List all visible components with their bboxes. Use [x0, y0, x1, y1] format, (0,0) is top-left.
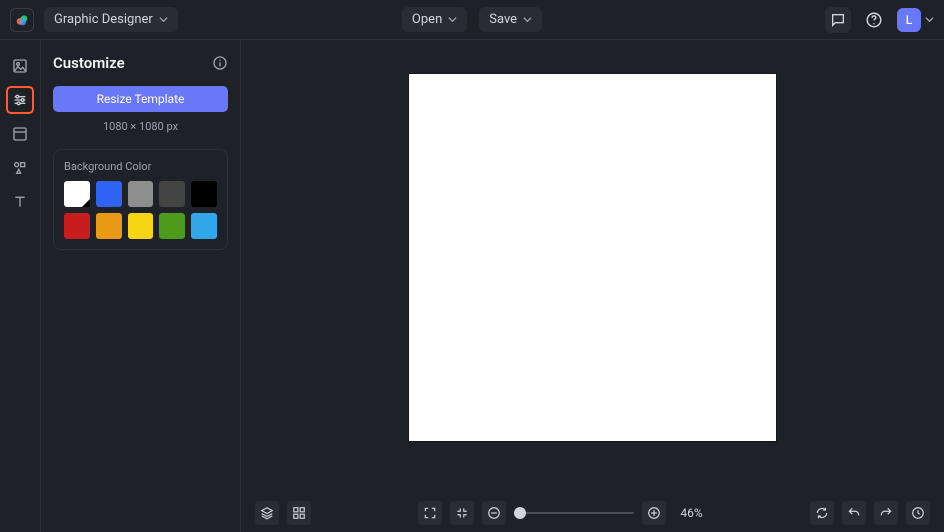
- background-color-box: Background Color: [53, 149, 228, 250]
- swatch-grid: [64, 181, 217, 239]
- minus-icon: [487, 506, 501, 520]
- resize-template-button[interactable]: Resize Template: [53, 86, 228, 112]
- swatch-blue[interactable]: [96, 181, 122, 207]
- layers-button[interactable]: [255, 501, 279, 525]
- left-rail: [0, 40, 41, 532]
- comments-button[interactable]: [825, 7, 851, 33]
- swatch-white[interactable]: [64, 181, 90, 207]
- chat-icon: [830, 12, 846, 28]
- swatch-gray[interactable]: [128, 181, 154, 207]
- rail-shapes[interactable]: [6, 154, 34, 182]
- open-label: Open: [412, 12, 442, 27]
- panel-header: Customize: [53, 54, 228, 72]
- swatch-black[interactable]: [191, 181, 217, 207]
- bottom-bar: 46%: [241, 494, 944, 532]
- text-icon: [12, 194, 28, 210]
- top-center-menu: Open Save: [402, 7, 542, 32]
- canvas-viewport[interactable]: [241, 40, 944, 494]
- top-bar: Graphic Designer Open Save L: [0, 0, 944, 40]
- zoom-level: 46%: [680, 506, 702, 520]
- refresh-button[interactable]: [810, 501, 834, 525]
- redo-icon: [879, 506, 893, 520]
- image-icon: [12, 58, 28, 74]
- rail-customize[interactable]: [6, 86, 34, 114]
- title-label: Graphic Designer: [54, 12, 153, 27]
- fit-button[interactable]: [450, 501, 474, 525]
- zoom-handle[interactable]: [514, 507, 526, 519]
- avatar-initial: L: [906, 13, 912, 27]
- info-icon[interactable]: [212, 55, 228, 71]
- fullscreen-button[interactable]: [418, 501, 442, 525]
- undo-icon: [847, 506, 861, 520]
- redo-button[interactable]: [874, 501, 898, 525]
- dimensions-text: 1080 × 1080 px: [53, 120, 228, 133]
- rail-image[interactable]: [6, 52, 34, 80]
- grid-button[interactable]: [287, 501, 311, 525]
- panel-title: Customize: [53, 54, 125, 72]
- save-label: Save: [489, 12, 517, 27]
- collapse-icon: [455, 506, 469, 520]
- bb-left-group: [255, 501, 311, 525]
- plus-icon: [647, 506, 661, 520]
- chevron-down-icon: [448, 15, 457, 24]
- history-button[interactable]: [906, 501, 930, 525]
- swatch-red[interactable]: [64, 213, 90, 239]
- swatch-darkgray[interactable]: [159, 181, 185, 207]
- app-logo[interactable]: [10, 8, 34, 32]
- bg-color-label: Background Color: [64, 160, 217, 173]
- swatch-orange[interactable]: [96, 213, 122, 239]
- refresh-icon: [815, 506, 829, 520]
- chevron-down-icon: [159, 15, 168, 24]
- sliders-icon: [12, 92, 28, 108]
- layers-icon: [260, 506, 274, 520]
- chevron-down-icon: [925, 15, 934, 24]
- chevron-down-icon: [523, 15, 532, 24]
- shapes-icon: [12, 160, 28, 176]
- rail-templates[interactable]: [6, 120, 34, 148]
- customize-panel: Customize Resize Template 1080 × 1080 px…: [41, 40, 241, 532]
- zoom-slider[interactable]: [514, 512, 634, 514]
- bb-zoom-group: 46%: [418, 501, 702, 525]
- bb-right-group: [810, 501, 930, 525]
- history-icon: [911, 506, 925, 520]
- template-icon: [12, 126, 28, 142]
- undo-button[interactable]: [842, 501, 866, 525]
- avatar: L: [897, 8, 921, 32]
- open-button[interactable]: Open: [402, 7, 467, 32]
- grid-icon: [292, 506, 306, 520]
- main-area: Customize Resize Template 1080 × 1080 px…: [0, 40, 944, 532]
- rail-text[interactable]: [6, 188, 34, 216]
- zoom-out-button[interactable]: [482, 501, 506, 525]
- artboard[interactable]: [409, 74, 776, 441]
- canvas-area: 46%: [241, 40, 944, 532]
- title-dropdown[interactable]: Graphic Designer: [44, 7, 178, 32]
- swatch-skyblue[interactable]: [191, 213, 217, 239]
- swatch-green[interactable]: [159, 213, 185, 239]
- help-icon: [865, 11, 883, 29]
- expand-icon: [423, 506, 437, 520]
- top-right: L: [825, 7, 934, 33]
- logo-icon: [14, 12, 30, 28]
- zoom-in-button[interactable]: [642, 501, 666, 525]
- user-menu[interactable]: L: [897, 8, 934, 32]
- help-button[interactable]: [861, 7, 887, 33]
- save-button[interactable]: Save: [479, 7, 542, 32]
- swatch-yellow[interactable]: [128, 213, 154, 239]
